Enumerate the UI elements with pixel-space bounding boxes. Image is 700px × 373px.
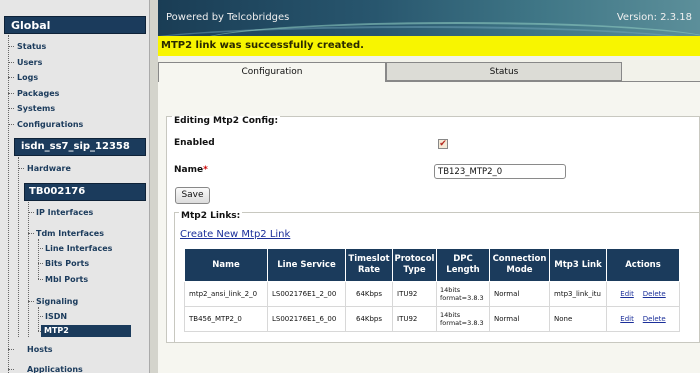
cell-mode: Normal [489, 281, 550, 307]
sidebar-item-users[interactable]: Users [17, 58, 42, 67]
cell-mtp3: mtp3_link_itu [549, 281, 607, 307]
cell-dpc: 14bits format=3.8.3 [436, 306, 490, 332]
success-message: MTP2 link was successfully created. [158, 36, 700, 56]
cell-protocol: ITU92 [392, 306, 437, 332]
sidebar-global-header[interactable]: Global [4, 16, 146, 34]
sidebar-item-configurations[interactable]: Configurations [17, 120, 83, 129]
sidebar-item-status[interactable]: Status [17, 42, 46, 51]
name-label: Name* [174, 165, 208, 175]
enabled-label: Enabled [174, 138, 215, 148]
table-header-row: Name Line Service Timeslot Rate Protocol… [184, 248, 680, 282]
cell-name: mtp2_ansi_link_2_0 [184, 281, 268, 307]
sidebar-item-logs[interactable]: Logs [17, 73, 38, 82]
cell-rate: 64Kbps [345, 281, 393, 307]
version-text: Version: 2.3.18 [616, 12, 692, 23]
table-row: TB456_MTP2_0 LS002176E1_6_00 64Kbps ITU9… [184, 306, 680, 332]
sidebar-item-applications[interactable]: Applications [27, 365, 83, 373]
sidebar-item-isdn[interactable]: ISDN [45, 312, 67, 321]
powered-by-text: Powered by Telcobridges [166, 12, 290, 23]
cell-actions: Edit Delete [606, 306, 680, 332]
delete-link[interactable]: Delete [643, 290, 666, 298]
tab-configuration[interactable]: Configuration [158, 62, 386, 82]
save-button[interactable]: Save [175, 187, 210, 204]
col-mtp3-link: Mtp3 Link [549, 248, 607, 282]
col-connection-mode: Connection Mode [489, 248, 550, 282]
sidebar-config-header[interactable]: isdn_ss7_sip_12358 [14, 138, 146, 156]
cell-line-service: LS002176E1_6_00 [267, 306, 346, 332]
sidebar-item-bits-ports[interactable]: Bits Ports [45, 259, 89, 268]
cell-dpc: 14bits format=3.8.3 [436, 281, 490, 307]
col-actions: Actions [606, 248, 680, 282]
sidebar-item-line-interfaces[interactable]: Line Interfaces [45, 244, 112, 253]
name-input[interactable] [434, 164, 566, 179]
cell-name: TB456_MTP2_0 [184, 306, 268, 332]
col-line-service: Line Service [267, 248, 346, 282]
col-timeslot-rate: Timeslot Rate [345, 248, 393, 282]
cell-protocol: ITU92 [392, 281, 437, 307]
sidebar-item-mtp2[interactable]: MTP2 [41, 325, 131, 337]
sidebar: Global Status Users Logs Packages System… [0, 0, 150, 373]
cell-mtp3: None [549, 306, 607, 332]
create-mtp2-link[interactable]: Create New Mtp2 Link [180, 229, 290, 240]
cell-rate: 64Kbps [345, 306, 393, 332]
edit-link[interactable]: Edit [620, 290, 634, 298]
table-row: mtp2_ansi_link_2_0 LS002176E1_2_00 64Kbp… [184, 281, 680, 307]
sidebar-item-hosts[interactable]: Hosts [27, 345, 53, 354]
sidebar-item-ip-interfaces[interactable]: IP Interfaces [36, 208, 93, 217]
col-name: Name [184, 248, 268, 282]
required-mark: * [203, 165, 208, 175]
header-banner: Powered by Telcobridges Version: 2.3.18 [158, 0, 700, 36]
mtp2-links-table: Name Line Service Timeslot Rate Protocol… [184, 248, 680, 332]
sidebar-item-packages[interactable]: Packages [17, 89, 59, 98]
sidebar-item-hardware[interactable]: Hardware [27, 164, 71, 173]
fieldset-legend: Editing Mtp2 Config: [172, 116, 281, 126]
tab-status[interactable]: Status [386, 62, 622, 81]
sidebar-item-signaling[interactable]: Signaling [36, 297, 78, 306]
sidebar-item-tdm-interfaces[interactable]: Tdm Interfaces [36, 229, 104, 238]
sidebar-device-header[interactable]: TB002176 [24, 183, 146, 201]
sidebar-splitter[interactable] [150, 0, 158, 373]
col-dpc-length: DPC Length [436, 248, 490, 282]
mtp2-links-legend: Mtp2 Links: [179, 211, 243, 221]
edit-link[interactable]: Edit [620, 315, 634, 323]
cell-line-service: LS002176E1_2_00 [267, 281, 346, 307]
sidebar-item-mbl-ports[interactable]: Mbl Ports [45, 275, 88, 284]
sidebar-item-systems[interactable]: Systems [17, 104, 55, 113]
enabled-checkbox[interactable]: ✔ [438, 139, 448, 149]
cell-mode: Normal [489, 306, 550, 332]
col-protocol-type: Protocol Type [392, 248, 437, 282]
cell-actions: Edit Delete [606, 281, 680, 307]
delete-link[interactable]: Delete [643, 315, 666, 323]
